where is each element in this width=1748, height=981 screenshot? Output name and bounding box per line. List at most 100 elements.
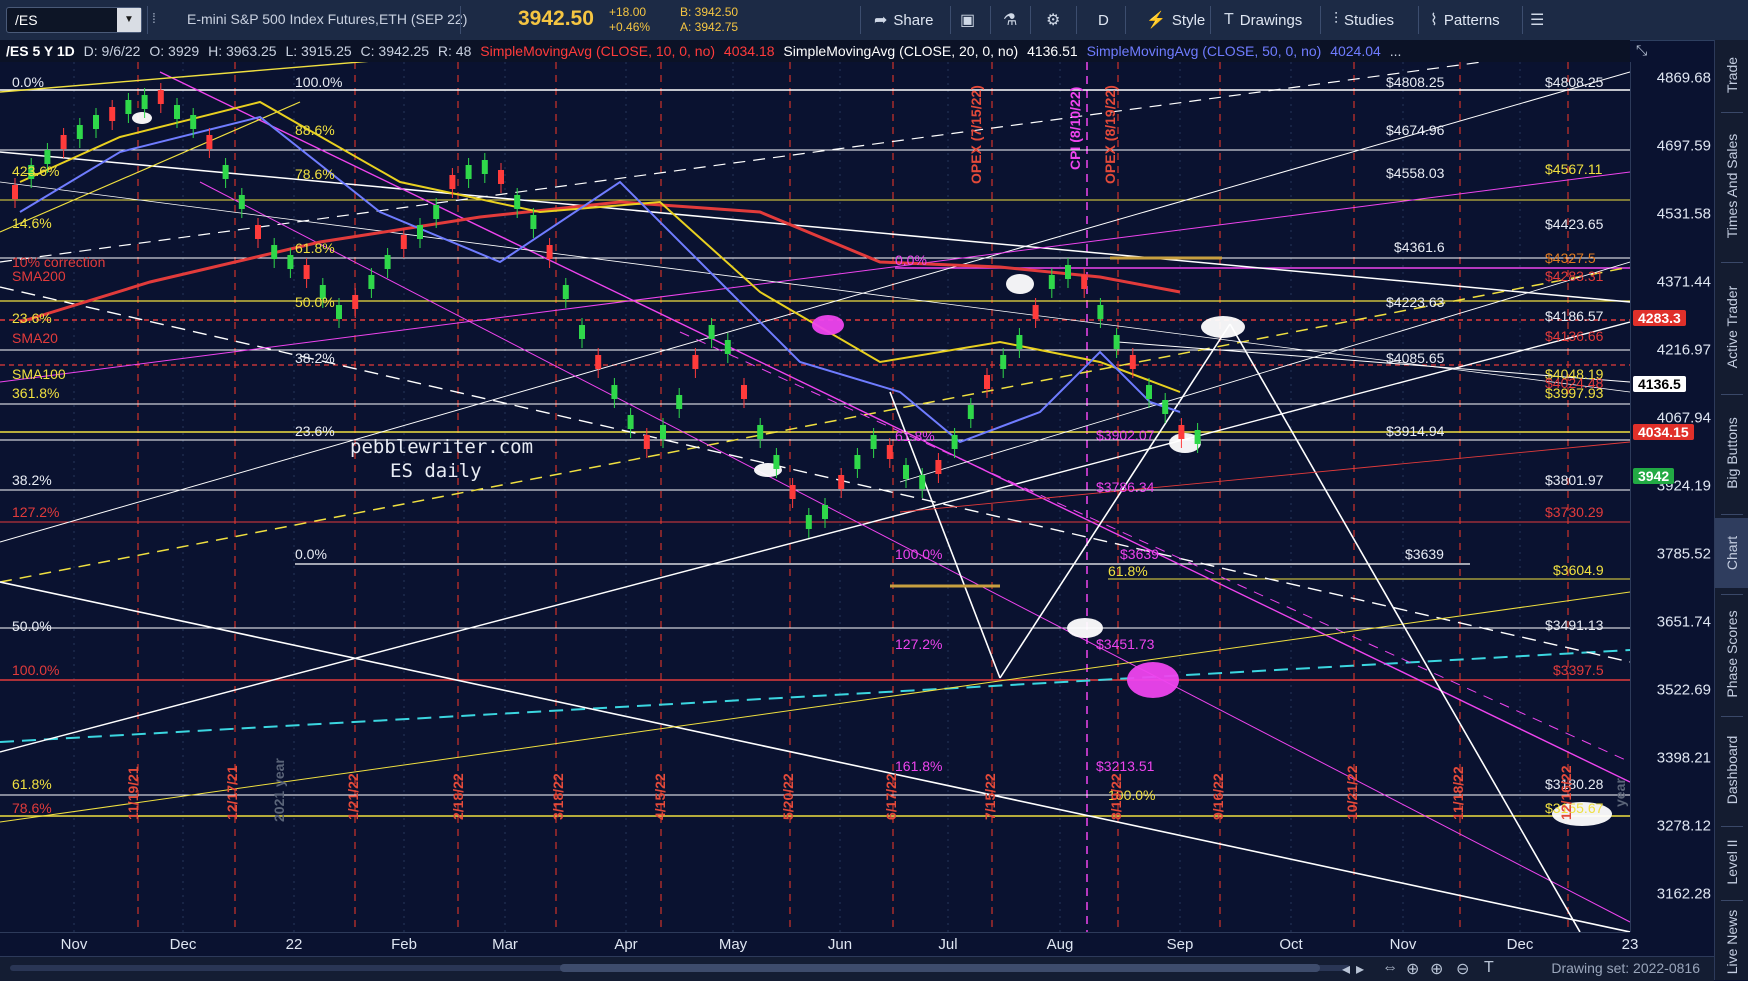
fib-label: 100.0%: [295, 74, 343, 90]
toolbar-divider: [1210, 6, 1211, 34]
level-label: $3155.67: [1545, 800, 1604, 816]
mid-fib-label: 100.0%: [895, 546, 943, 562]
level-label: $3397.5: [1553, 662, 1604, 678]
candle-body: [1097, 305, 1104, 319]
toolbar-divider: [1030, 6, 1031, 34]
candle-body: [206, 135, 213, 149]
aggregation-button[interactable]: D: [1098, 0, 1109, 40]
tab-level-ii[interactable]: Level II: [1715, 830, 1748, 894]
camera-icon: ▣: [960, 12, 976, 29]
x-tick: Feb: [391, 936, 417, 953]
candle-body: [903, 465, 909, 479]
fib-label: 88.6%: [295, 122, 335, 138]
tab-live-news[interactable]: Live News: [1715, 904, 1748, 980]
candle-body: [660, 425, 666, 439]
price-tag-sma20: 4136.5: [1633, 376, 1686, 392]
tab-trade[interactable]: Trade: [1715, 44, 1748, 106]
trendline: [999, 323, 1231, 679]
candle-body: [44, 150, 51, 164]
symbol-input[interactable]: /ES: [15, 12, 38, 28]
more-studies[interactable]: ...: [1390, 43, 1402, 59]
tab-dashboard[interactable]: Dashboard: [1715, 720, 1748, 820]
x-tick: Nov: [1389, 936, 1417, 953]
candle-body: [1129, 355, 1136, 369]
candle-body: [1162, 400, 1169, 414]
price-axis[interactable]: 4869.68 4697.59 4531.58 4371.44 4216.97 …: [1630, 62, 1715, 932]
timeline-label: 4/15/22: [652, 773, 668, 820]
scroll-left-icon[interactable]: ◂: [1342, 959, 1350, 979]
level-label: $4136.66: [1545, 328, 1604, 344]
tab-big-buttons[interactable]: Big Buttons: [1715, 398, 1748, 508]
level-label: $4808.25: [1545, 74, 1604, 90]
studies-button[interactable]: ⫶ Studies: [1334, 0, 1394, 40]
sma10-label[interactable]: SimpleMovingAvg (CLOSE, 10, 0, no): [480, 43, 715, 59]
x-tick: Nov: [60, 936, 88, 953]
candle-body: [76, 125, 83, 139]
trendline: [0, 581, 1630, 932]
x-tick: Aug: [1046, 936, 1074, 953]
x-tick: May: [718, 936, 748, 953]
tab-phase-scores[interactable]: Phase Scores: [1715, 598, 1748, 710]
toolbar-divider: [1125, 6, 1126, 34]
candle-body: [838, 475, 845, 489]
link-icon[interactable]: ⁞: [152, 10, 156, 26]
timeline-label: 5/20/22: [780, 773, 796, 820]
change-value: +18.00: [609, 5, 647, 19]
zoom-out-icon[interactable]: ⊖: [1456, 959, 1469, 979]
settings-button[interactable]: ⚙: [1046, 0, 1060, 40]
level-label: $4223.63: [1386, 294, 1445, 310]
y-tick: 4531.58: [1656, 205, 1711, 223]
y-tick: 4697.59: [1656, 137, 1711, 155]
candle-body: [757, 425, 764, 439]
tab-times-and-sales[interactable]: Times And Sales: [1715, 116, 1748, 256]
share-button[interactable]: ➦ Share: [874, 0, 933, 40]
scroll-right-icon[interactable]: ▸: [1356, 959, 1364, 979]
time-axis[interactable]: Nov Dec 22 Feb Mar Apr May Jun Jul Aug S…: [0, 932, 1638, 957]
tab-active-trader[interactable]: Active Trader: [1715, 266, 1748, 388]
mid-level-label: $3786.34: [1096, 479, 1155, 495]
bottom-bar: ◂ ▸ ⇔ ⊕ ⊕ ⊖ T Drawing set: 2022-0816: [0, 956, 1714, 981]
flask-button[interactable]: ⚗: [1003, 0, 1017, 40]
chart-toolbar: /ES ▼ ⁞ E-mini S&P 500 Index Futures,ETH…: [0, 0, 1748, 41]
sma50-label[interactable]: SimpleMovingAvg (CLOSE, 50, 0, no): [1087, 43, 1322, 59]
sidebar-divider: [1721, 514, 1743, 515]
crosshair-icon[interactable]: ⊕: [1406, 959, 1419, 979]
expand-time-icon[interactable]: ⇔: [1382, 959, 1398, 977]
text-icon[interactable]: T: [1484, 959, 1494, 977]
drawings-button[interactable]: T Drawings: [1224, 0, 1302, 40]
zoom-in-icon[interactable]: ⊕: [1430, 959, 1443, 979]
candle-body: [822, 505, 828, 519]
sma50-curve: [19, 115, 1181, 444]
annotation-left: 78.6%: [12, 800, 52, 816]
mid-level-label: $3639: [1120, 546, 1159, 562]
tab-chart[interactable]: Chart: [1715, 518, 1748, 588]
highlight-ellipse: [812, 315, 844, 335]
instrument-description: E-mini S&P 500 Index Futures,ETH (SEP 22…: [187, 11, 468, 27]
collapse-icon[interactable]: ⤡: [1636, 42, 1647, 59]
menu-button[interactable]: ☰: [1530, 0, 1544, 40]
fib-label: 50.0%: [295, 294, 335, 310]
price-change: +18.00 +0.46%: [609, 5, 650, 35]
chart-canvas[interactable]: [0, 62, 1630, 932]
symbol-selector[interactable]: /ES ▼: [6, 7, 142, 33]
level-label: $4808.25: [1386, 74, 1445, 90]
toolbar-divider: [147, 6, 148, 34]
timeline-label: 2/18/22: [450, 773, 466, 820]
symbol-dropdown-arrow-icon[interactable]: ▼: [117, 8, 141, 32]
annotation-left: 14.6%: [12, 215, 52, 231]
timeline-label: 12/17/21: [224, 765, 240, 821]
scrollbar-thumb[interactable]: [560, 964, 1320, 972]
style-button[interactable]: ⚡ Style: [1146, 0, 1205, 40]
candle-body: [1032, 305, 1039, 319]
snapshot-button[interactable]: ▣: [960, 0, 975, 40]
patterns-button[interactable]: ⌇ Patterns: [1430, 0, 1500, 40]
price-chart[interactable]: 0.0% 42̶3̶.6% 14.6% 10% correction SMA20…: [0, 62, 1630, 932]
candle-body: [125, 100, 132, 114]
watermark-title: ES daily: [390, 460, 482, 482]
price-tag-sma200: 4283.3: [1633, 310, 1686, 326]
x-tick: Jun: [827, 936, 853, 953]
sma20-label[interactable]: SimpleMovingAvg (CLOSE, 20, 0, no): [783, 43, 1018, 59]
candle-body: [676, 395, 683, 409]
candle-body: [643, 435, 650, 449]
timeline-label: 11/19/21: [125, 766, 141, 820]
